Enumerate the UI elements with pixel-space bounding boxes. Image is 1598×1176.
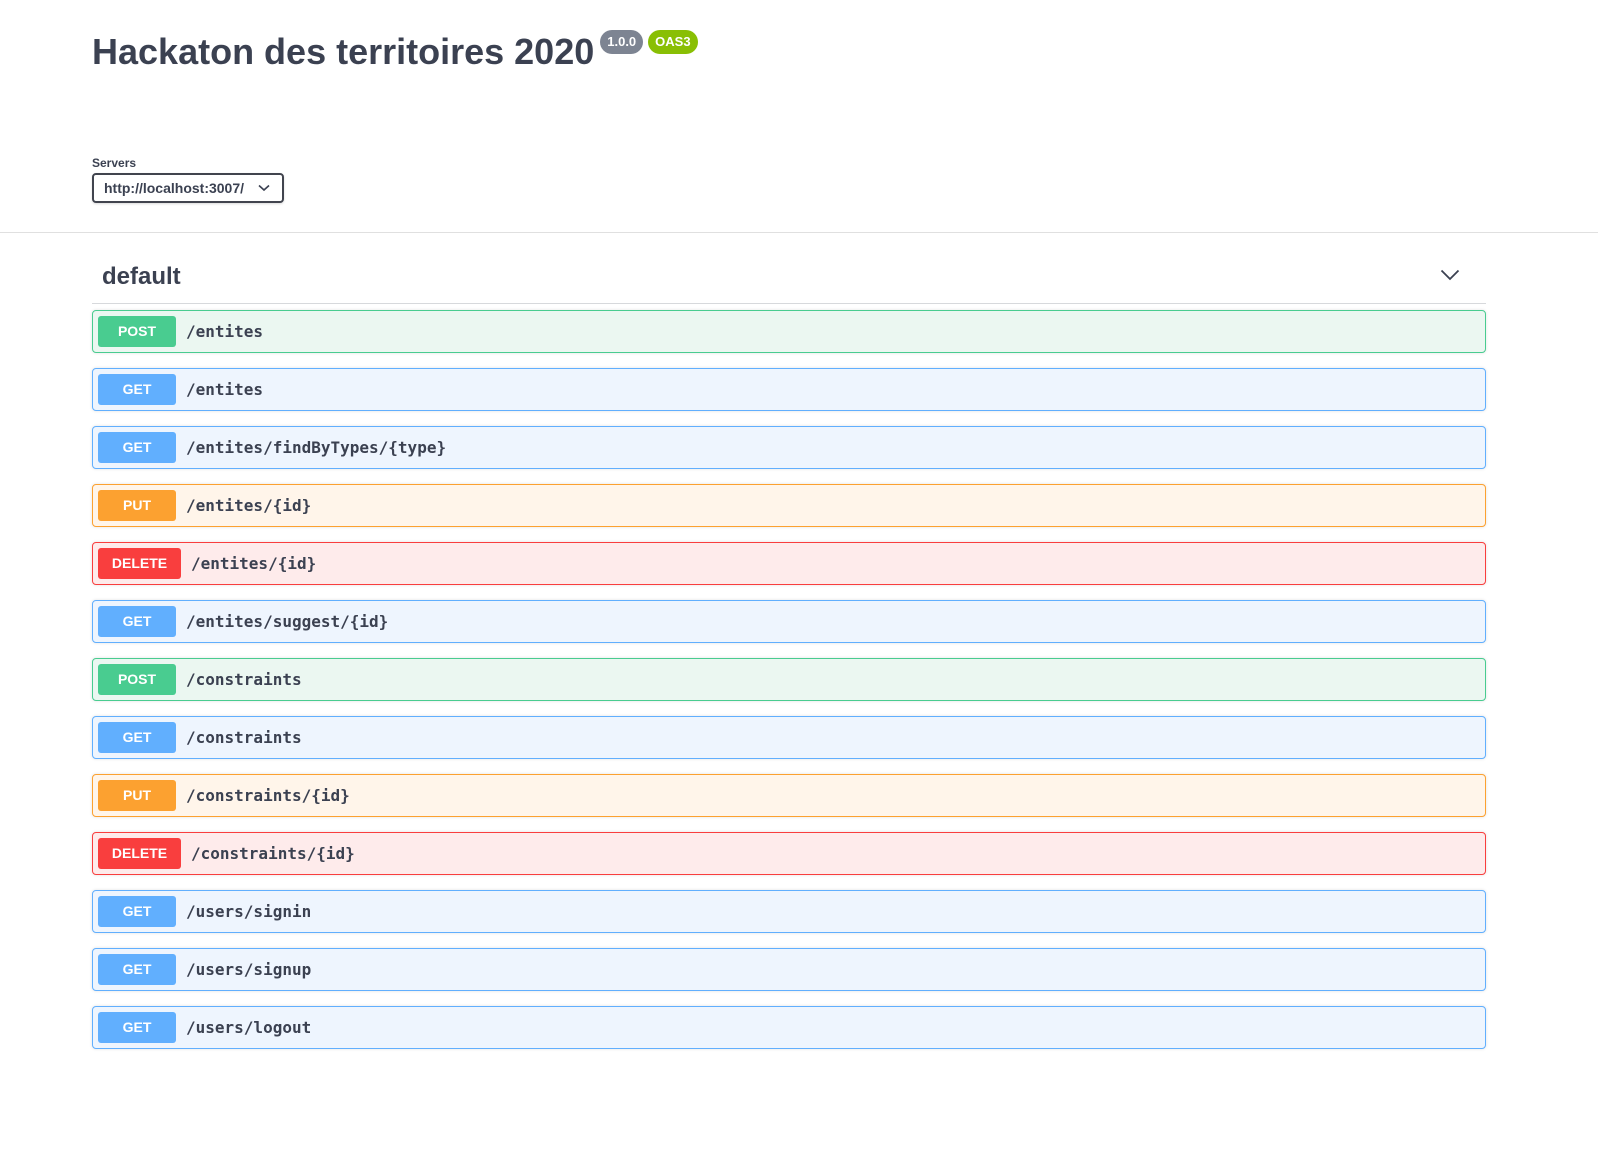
divider (0, 232, 1598, 233)
operation-row[interactable]: POST/entites (92, 310, 1486, 353)
method-badge: GET (98, 1012, 176, 1043)
operation-path: /constraints (186, 670, 302, 689)
page-title: Hackaton des territoires 2020 (92, 31, 595, 72)
api-info: Hackaton des territoires 2020 1.0.0 OAS3 (92, 26, 698, 78)
server-select-value: http://localhost:3007/ (104, 180, 245, 196)
operation-path: /users/logout (186, 1018, 312, 1037)
operation-path: /entites (186, 322, 264, 341)
version-badge: 1.0.0 (600, 30, 644, 54)
operation-row[interactable]: PUT/entites/{id} (92, 484, 1486, 527)
operations-list: POST/entites GET/entites GET/entites/findB… (92, 310, 1486, 1049)
method-badge: GET (98, 896, 176, 927)
operation-path: /constraints (186, 728, 302, 747)
method-badge: GET (98, 432, 176, 463)
method-badge: PUT (98, 780, 176, 811)
servers-block: Servers http://localhost:3007/ (92, 156, 284, 203)
operation-path: /constraints/{id} (191, 844, 355, 863)
method-badge: DELETE (98, 548, 181, 579)
operation-row[interactable]: GET/users/logout (92, 1006, 1486, 1049)
method-badge: DELETE (98, 838, 181, 869)
method-badge: POST (98, 316, 176, 347)
operation-row[interactable]: GET/entites/findByTypes/{type} (92, 426, 1486, 469)
oas-badge: OAS3 (648, 30, 698, 54)
operation-row[interactable]: DELETE/entites/{id} (92, 542, 1486, 585)
operation-row[interactable]: GET/constraints (92, 716, 1486, 759)
operation-path: /entites/suggest/{id} (186, 612, 389, 631)
operation-row[interactable]: GET/entites/suggest/{id} (92, 600, 1486, 643)
method-badge: POST (98, 664, 176, 695)
operation-path: /users/signup (186, 960, 312, 979)
section-title: default (102, 262, 181, 290)
servers-label: Servers (92, 156, 137, 170)
operation-row[interactable]: GET/users/signup (92, 948, 1486, 991)
chevron-down-icon[interactable] (1440, 268, 1460, 286)
method-badge: GET (98, 722, 176, 753)
operation-row[interactable]: PUT/constraints/{id} (92, 774, 1486, 817)
method-badge: GET (98, 606, 176, 637)
section-header[interactable]: default (92, 250, 1486, 304)
operation-row[interactable]: DELETE/constraints/{id} (92, 832, 1486, 875)
operation-row[interactable]: GET/users/signin (92, 890, 1486, 933)
operation-path: /users/signin (186, 902, 312, 921)
operation-path: /constraints/{id} (186, 786, 350, 805)
operation-path: /entites (186, 380, 264, 399)
operation-row[interactable]: GET/entites (92, 368, 1486, 411)
operation-path: /entites/{id} (186, 496, 312, 515)
method-badge: GET (98, 374, 176, 405)
operation-path: /entites/findByTypes/{type} (186, 438, 447, 457)
section-default: default POST/entites GET/entites GET/entit… (92, 250, 1486, 1064)
method-badge: GET (98, 954, 176, 985)
operation-path: /entites/{id} (191, 554, 317, 573)
chevron-down-icon (258, 179, 270, 197)
server-select[interactable]: http://localhost:3007/ (92, 173, 284, 203)
operation-row[interactable]: POST/constraints (92, 658, 1486, 701)
method-badge: PUT (98, 490, 176, 521)
